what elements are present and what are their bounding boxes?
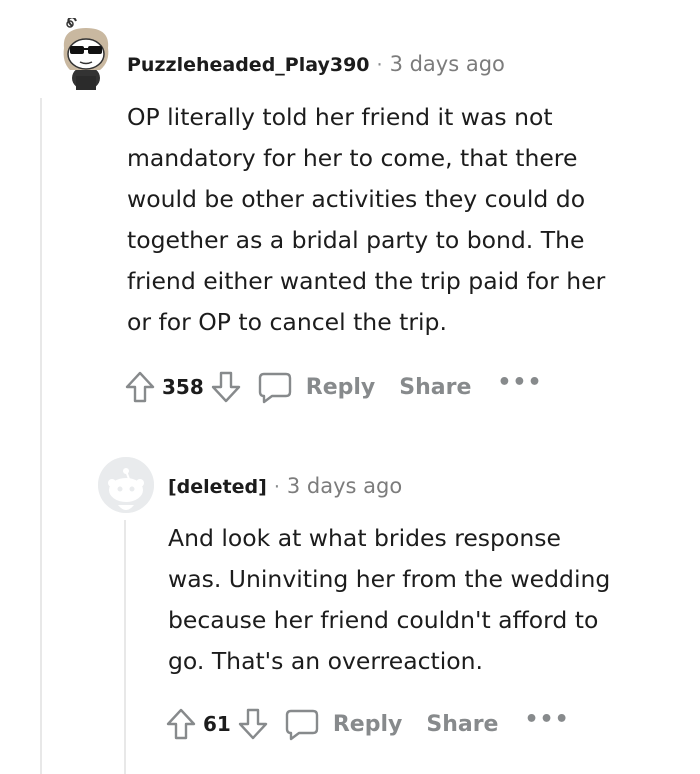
author-name: [deleted]	[168, 476, 267, 498]
more-options-icon[interactable]: •••	[497, 370, 542, 395]
reply-label: Reply	[332, 711, 403, 737]
comment-meta: Puzzleheaded_Play390 · 3 days ago	[127, 52, 505, 76]
comment-bubble-icon	[258, 370, 292, 404]
vote-score: 358	[162, 375, 204, 399]
thread-line-child[interactable]	[124, 520, 126, 774]
upvote-icon[interactable]	[122, 369, 158, 405]
meta-separator: ·	[376, 54, 383, 76]
comment-timestamp[interactable]: 3 days ago	[390, 52, 505, 76]
downvote-icon[interactable]	[235, 706, 271, 742]
comment-actions: 358 Reply Share •••	[122, 369, 543, 405]
share-button[interactable]: Share	[426, 712, 498, 737]
comment-meta: [deleted] · 3 days ago	[168, 474, 402, 498]
reply-button[interactable]: Reply	[258, 370, 376, 404]
reply-label: Reply	[305, 374, 376, 400]
upvote-icon[interactable]	[163, 706, 199, 742]
comment-body: OP literally told her friend it was not …	[127, 103, 606, 336]
comment-timestamp[interactable]: 3 days ago	[287, 474, 402, 498]
snoo-sunglasses-avatar-icon[interactable]	[56, 16, 112, 92]
author-name[interactable]: Puzzleheaded_Play390	[127, 54, 370, 76]
thread-line-parent[interactable]	[40, 98, 42, 774]
comment-actions: 61 Reply Share •••	[163, 706, 570, 742]
meta-separator: ·	[273, 476, 280, 498]
more-options-icon[interactable]: •••	[524, 707, 569, 732]
downvote-icon[interactable]	[208, 369, 244, 405]
comment-body: And look at what brides response was. Un…	[168, 524, 611, 675]
vote-score: 61	[203, 712, 231, 736]
share-button[interactable]: Share	[399, 375, 471, 400]
deleted-user-avatar-icon[interactable]	[98, 457, 154, 513]
reply-button[interactable]: Reply	[285, 707, 403, 741]
comment-bubble-icon	[285, 707, 319, 741]
